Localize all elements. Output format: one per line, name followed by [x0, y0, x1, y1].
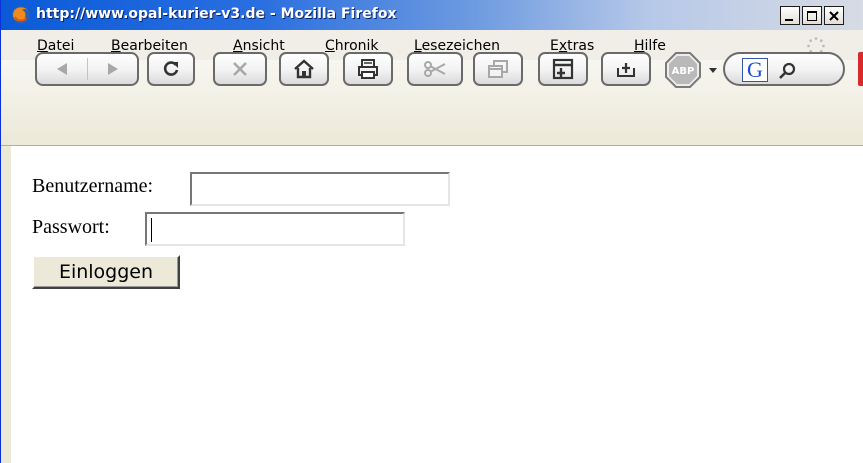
- password-input[interactable]: [147, 214, 403, 244]
- menu-label: ilfe: [644, 38, 666, 54]
- title-bar: http://www.opal-kurier-v3.de - Mozilla F…: [1, 0, 863, 30]
- cut-button[interactable]: [407, 52, 463, 86]
- back-icon: [57, 63, 67, 75]
- back-button[interactable]: [37, 54, 87, 84]
- adblock-label: ABP: [672, 66, 695, 77]
- new-tab-button[interactable]: [538, 52, 588, 86]
- new-window-button[interactable]: [473, 52, 523, 86]
- close-icon: [829, 10, 839, 21]
- cut-icon: [424, 61, 446, 77]
- forward-icon: [108, 63, 118, 75]
- download-button[interactable]: [601, 52, 651, 86]
- download-icon: [617, 63, 635, 77]
- search-icon: [779, 62, 796, 79]
- password-label: Passwort:: [32, 216, 110, 238]
- browser-window: http://www.opal-kurier-v3.de - Mozilla F…: [0, 0, 863, 463]
- adblock-plus-icon[interactable]: ABP: [665, 52, 701, 88]
- forward-button[interactable]: [88, 54, 138, 84]
- close-button[interactable]: [824, 6, 844, 25]
- search-engine-button[interactable]: G: [723, 52, 845, 86]
- minimize-icon: [785, 18, 793, 21]
- login-button[interactable]: Einloggen: [32, 255, 180, 289]
- stop-button[interactable]: [213, 52, 267, 86]
- maximize-button[interactable]: [802, 6, 822, 25]
- text-caret: [151, 218, 152, 242]
- home-icon: [294, 59, 314, 79]
- firefox-logo-icon: [12, 6, 30, 24]
- username-input[interactable]: [192, 174, 448, 204]
- stop-icon: [233, 62, 247, 76]
- search-engine-logo: G: [742, 58, 768, 82]
- print-button[interactable]: [343, 52, 393, 86]
- home-button[interactable]: [279, 52, 329, 86]
- minimize-button[interactable]: [780, 6, 800, 25]
- password-field[interactable]: [145, 212, 405, 246]
- menu-accel: C: [325, 38, 335, 54]
- window-title: http://www.opal-kurier-v3.de - Mozilla F…: [36, 6, 397, 22]
- new-tab-icon: [552, 58, 574, 80]
- new-window-icon: [488, 60, 508, 78]
- chevron-down-icon[interactable]: [708, 66, 718, 74]
- reload-button[interactable]: [147, 52, 195, 86]
- reload-icon: [163, 61, 179, 76]
- maximize-icon: [807, 10, 817, 21]
- print-icon: [358, 59, 378, 79]
- username-label: Benutzername:: [32, 175, 154, 197]
- overflow-indicator: [858, 52, 863, 86]
- back-forward-group: [35, 52, 139, 86]
- username-field[interactable]: [190, 172, 450, 206]
